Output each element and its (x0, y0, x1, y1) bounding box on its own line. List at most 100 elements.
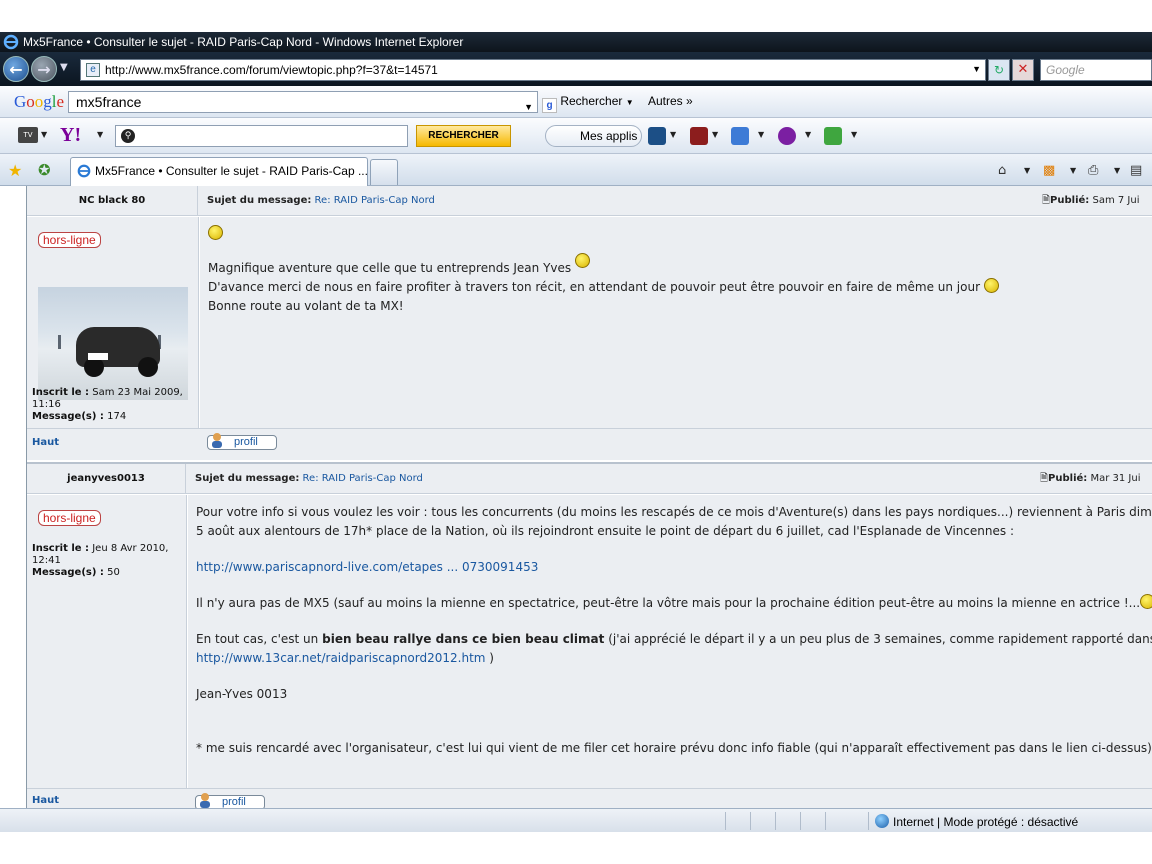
yahoo-search-input[interactable]: ⚲ (115, 125, 408, 147)
ie-logo-icon (3, 34, 19, 50)
back-to-top-link[interactable]: Haut (32, 795, 59, 806)
media-dropdown-icon[interactable]: ▼ (670, 130, 676, 139)
tab-mx5france[interactable]: Mx5France • Consulter le sujet - RAID Pa… (70, 157, 368, 186)
post-footnote: * me suis rencardé avec l'organisateur, … (196, 741, 1152, 755)
messenger-icon[interactable] (778, 127, 796, 145)
post-footer: Haut profil (27, 788, 1152, 808)
google-search-dropdown-icon[interactable]: ▼ (524, 97, 533, 117)
addon-icon[interactable] (824, 127, 842, 145)
joined-label: Inscrit le : (32, 387, 90, 398)
post-bold-text: bien beau rallye dans ce bien beau clima… (322, 632, 605, 646)
google-search-button[interactable]: g Rechercher ▼ (542, 94, 634, 113)
favorites-star-icon[interactable]: ★ (8, 161, 22, 180)
home-icon[interactable]: ⌂ (998, 163, 1006, 178)
offline-badge: hors-ligne (38, 510, 101, 526)
news-dropdown-icon[interactable]: ▼ (712, 130, 718, 139)
yahoo-logo[interactable]: Y! (60, 124, 81, 147)
post-date: 🗎Publié: Mar 31 Jui (1040, 464, 1141, 494)
post-line-text: D'avance merci de nous en faire profiter… (208, 280, 981, 294)
yahoo-dropdown-icon[interactable]: ▼ (97, 130, 103, 139)
feeds-icon[interactable]: ▩ (1043, 163, 1055, 178)
add-favorite-icon[interactable]: ✪ (38, 161, 51, 179)
post-line: Il n'y aura pas de MX5 (sauf au moins la… (196, 594, 1152, 613)
messenger-dropdown-icon[interactable]: ▼ (805, 130, 811, 139)
print-icon[interactable]: ⎙ (1088, 163, 1098, 178)
forum-post: NC black 80 Sujet du message: Re: RAID P… (27, 186, 1152, 461)
back-to-top-link[interactable]: Haut (32, 437, 59, 448)
address-field[interactable]: e http://www.mx5france.com/forum/viewtop… (80, 59, 986, 81)
post-line: Magnifique aventure que celle que tu ent… (208, 253, 1144, 278)
forward-button[interactable]: → (31, 56, 57, 82)
published-date: Mar 31 Jui (1090, 473, 1141, 484)
live-search-input[interactable]: Google (1040, 59, 1152, 81)
joined-label: Inscrit le : (32, 543, 90, 554)
post-line: En tout cas, c'est un bien beau rallye d… (196, 630, 1152, 649)
feeds-dropdown-icon[interactable]: ▼ (1070, 166, 1076, 175)
page-menu-icon[interactable]: ▤ (1130, 163, 1142, 178)
yahoo-toolbar: TV ▼ Y! ▼ ⚲ RECHERCHER Mes applis ▼ ▼ ▼ … (0, 118, 1152, 154)
search-icon: ⚲ (121, 129, 135, 143)
offline-badge: hors-ligne (38, 232, 101, 248)
my-apps-button[interactable]: Mes applis (545, 125, 642, 147)
home-dropdown-icon[interactable]: ▼ (1024, 166, 1030, 175)
subject-link[interactable]: Re: RAID Paris-Cap Nord (303, 473, 423, 484)
post-subject: Sujet du message: Re: RAID Paris-Cap Nor… (195, 464, 423, 494)
tongue-smiley-icon (574, 253, 590, 268)
top-margin (0, 0, 1152, 32)
author-info: Inscrit le : Sam 23 Mai 2009, 11:16 Mess… (32, 387, 194, 423)
published-label: Publié: (1048, 473, 1088, 484)
subject-link[interactable]: Re: RAID Paris-Cap Nord (315, 195, 435, 206)
news-icon[interactable] (690, 127, 708, 145)
published-label: Publié: (1050, 195, 1090, 206)
address-toolbar: ← → ▼ e http://www.mx5france.com/forum/v… (0, 52, 1152, 86)
user-icon (212, 433, 222, 448)
subject-label: Sujet du message: (195, 473, 300, 484)
tv-dropdown-icon[interactable]: ▼ (41, 130, 47, 139)
post-line: http://www.pariscapnord-live.com/etapes … (196, 558, 1144, 577)
post-line-text: Magnifique aventure que celle que tu ent… (208, 261, 572, 275)
post-author-panel: hors-ligne Inscrit le : Jeu 8 Avr 2010, … (27, 495, 187, 788)
print-dropdown-icon[interactable]: ▼ (1114, 166, 1120, 175)
post-body: Magnifique aventure que celle que tu ent… (200, 217, 1152, 428)
address-dropdown-icon[interactable]: ▼ (972, 64, 981, 74)
page-icon: e (86, 63, 100, 77)
post-author[interactable]: NC black 80 (27, 186, 198, 216)
post-footer: Haut profil (27, 428, 1152, 460)
published-date: Sam 7 Jui (1092, 195, 1140, 206)
post-line-text: (j'ai apprécié le départ il y a un peu p… (608, 632, 1152, 646)
google-more-button[interactable]: Autres » (648, 94, 693, 108)
media-icon[interactable] (648, 127, 666, 145)
messages-count: 174 (107, 411, 127, 422)
tv-icon[interactable]: TV (18, 127, 38, 143)
post-date: 🗎Publié: Sam 7 Jui (1042, 186, 1140, 216)
mail-icon[interactable] (731, 127, 749, 145)
13car-link[interactable]: http://www.13car.net/raidpariscapnord201… (196, 651, 485, 665)
google-search-button-label: Rechercher (560, 94, 623, 108)
post-body: Pour votre info si vous voulez les voir … (188, 495, 1152, 788)
back-button[interactable]: ← (3, 56, 29, 82)
profile-button[interactable]: profil (195, 793, 265, 808)
post-author[interactable]: jeanyves0013 (27, 464, 186, 494)
mail-dropdown-icon[interactable]: ▼ (758, 130, 764, 139)
post-line: 5 août aux alentours de 17h* place de la… (196, 524, 1014, 538)
addon-dropdown-icon[interactable]: ▼ (851, 130, 857, 139)
tab-bar: ★ ✪ Mx5France • Consulter le sujet - RAI… (0, 154, 1152, 186)
profile-button[interactable]: profil (207, 433, 277, 450)
post-line: Bonne route au volant de ta MX! (208, 299, 404, 313)
new-tab-button[interactable] (370, 159, 398, 185)
refresh-icon[interactable]: ↻ (988, 59, 1010, 81)
post-line: D'avance merci de nous en faire profiter… (208, 278, 1144, 297)
security-zone[interactable]: Internet | Mode protégé : désactivé (875, 814, 1078, 829)
post-line: Pour votre info si vous voulez les voir … (196, 505, 1152, 519)
yahoo-search-button[interactable]: RECHERCHER (416, 125, 511, 147)
google-toolbar: Google mx5france ▼ g Rechercher ▼ Autres… (0, 86, 1152, 118)
stop-icon[interactable]: ✕ (1012, 59, 1034, 81)
etapes-link[interactable]: http://www.pariscapnord-live.com/etapes … (196, 560, 538, 574)
forum-post: jeanyves0013 Sujet du message: Re: RAID … (27, 462, 1152, 808)
smiley-icon (1140, 594, 1152, 609)
recent-pages-dropdown-icon[interactable]: ▼ (60, 62, 68, 73)
screen: Mx5France • Consulter le sujet - RAID Pa… (0, 0, 1152, 864)
google-search-input[interactable]: mx5france ▼ (68, 91, 538, 113)
emoji-row (208, 225, 1144, 245)
tab-label: Mx5France • Consulter le sujet - RAID Pa… (95, 164, 368, 178)
